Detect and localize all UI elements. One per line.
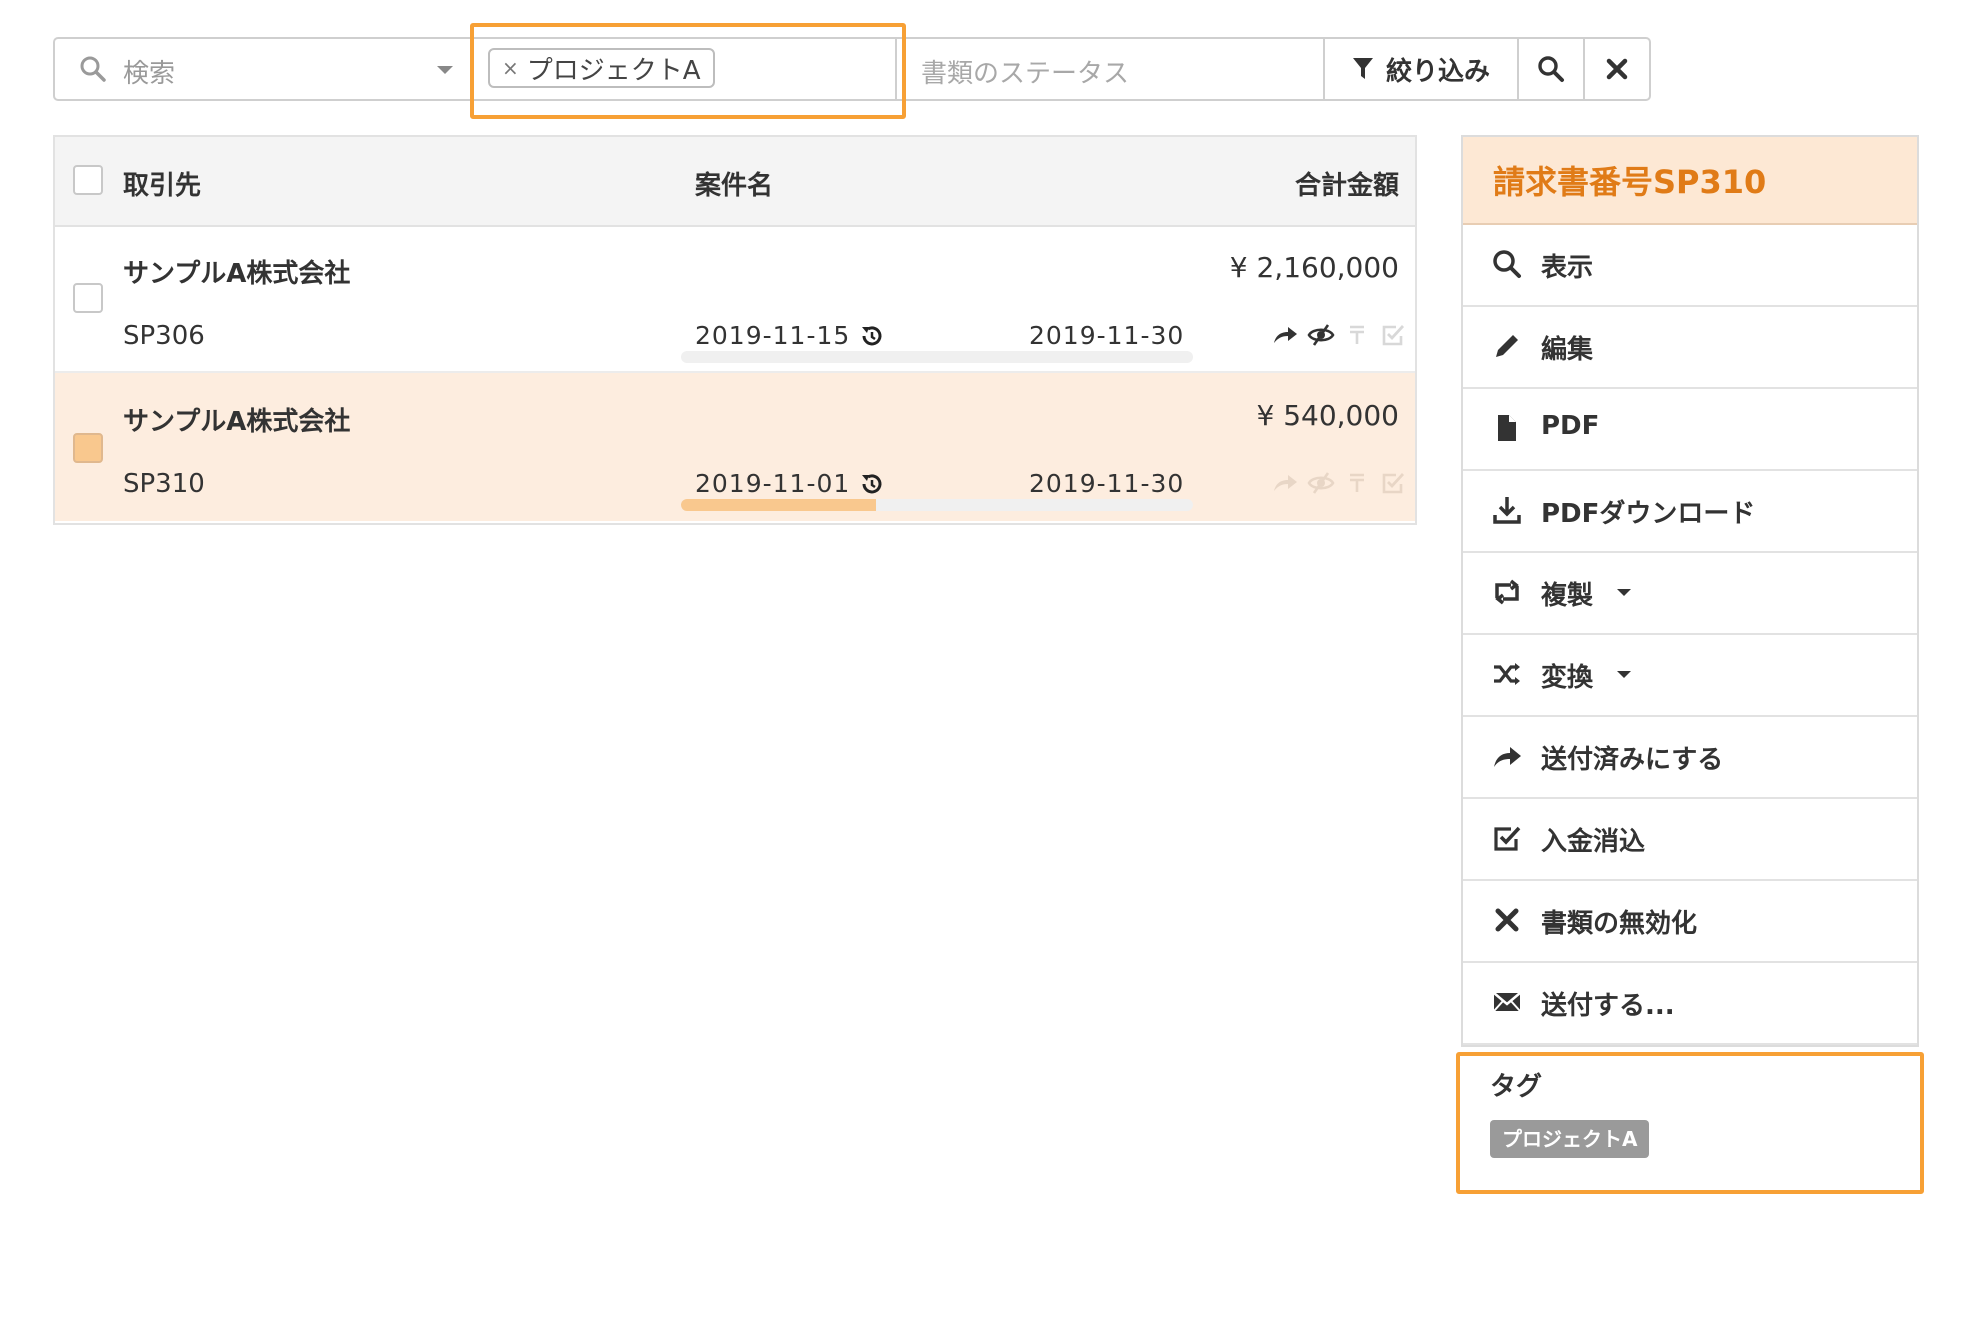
- eye-slash-icon[interactable]: [1307, 469, 1335, 497]
- share-arrow-icon[interactable]: [1271, 321, 1299, 349]
- filter-button-label: 絞り込み: [1385, 56, 1490, 87]
- postal-mark-icon[interactable]: [1343, 321, 1371, 349]
- panel-title: 請求書番号SP310: [1493, 163, 1767, 201]
- menu-item-edit[interactable]: 編集: [1463, 305, 1917, 389]
- row-checkbox[interactable]: [73, 283, 103, 313]
- search-icon: [80, 56, 106, 82]
- row-actions: [1271, 469, 1407, 497]
- tag-chip-label: プロジェクトA: [526, 55, 701, 86]
- menu-item-pdf-download[interactable]: PDFダウンロード: [1463, 469, 1917, 553]
- menu-label: 入金消込: [1541, 827, 1646, 857]
- pencil-icon: [1496, 335, 1518, 357]
- amount: ¥ 540,000: [1256, 399, 1399, 432]
- client-name: サンプルA株式会社: [123, 407, 351, 437]
- progress-fill: [681, 499, 876, 511]
- history-icon: [862, 474, 882, 494]
- progress-bar: [681, 351, 1193, 363]
- menu-label: 送付済みにする: [1541, 745, 1724, 775]
- search-icon: [1538, 56, 1564, 82]
- table-row-selected[interactable]: サンプルA株式会社 SP310 ¥ 540,000 2019-11-01 201…: [55, 373, 1415, 521]
- caret-down-icon: [1617, 671, 1631, 678]
- menu-label: 書類の無効化: [1541, 909, 1698, 939]
- issue-date: 2019-11-15: [695, 321, 851, 350]
- tag-chip[interactable]: × プロジェクトA: [488, 48, 715, 88]
- close-icon: [1495, 908, 1519, 932]
- due-date: 2019-11-30: [1029, 469, 1185, 498]
- menu-item-payment[interactable]: 入金消込: [1463, 797, 1917, 881]
- menu-item-pdf[interactable]: PDF: [1463, 387, 1917, 471]
- table-row[interactable]: サンプルA株式会社 SP306 ¥ 2,160,000 2019-11-15 2…: [55, 225, 1415, 373]
- issue-date: 2019-11-01: [695, 469, 851, 498]
- menu-label: 編集: [1541, 335, 1594, 365]
- menu-label: 複製: [1541, 581, 1594, 611]
- chip-remove-icon[interactable]: ×: [502, 56, 519, 80]
- share-arrow-icon[interactable]: [1271, 469, 1299, 497]
- column-header-project[interactable]: 案件名: [695, 165, 773, 202]
- eye-slash-icon[interactable]: [1307, 321, 1335, 349]
- menu-label: 表示: [1541, 253, 1594, 283]
- panel-header: 請求書番号SP310: [1463, 137, 1917, 225]
- client-name: サンプルA株式会社: [123, 259, 351, 289]
- search-icon: [1493, 250, 1521, 278]
- clear-button[interactable]: [1585, 39, 1649, 99]
- caret-down-icon: [1617, 589, 1631, 596]
- status-filter-input[interactable]: 書類のステータス: [921, 53, 1129, 90]
- menu-label: PDF: [1541, 411, 1600, 441]
- doc-number[interactable]: SP306: [123, 321, 205, 351]
- search-button[interactable]: [1519, 39, 1583, 99]
- search-placeholder: 検索: [123, 59, 176, 89]
- row-checkbox-checked[interactable]: [73, 433, 103, 463]
- filter-button[interactable]: 絞り込み: [1325, 39, 1517, 99]
- table-header: 取引先 案件名 合計金額: [55, 137, 1415, 227]
- menu-item-send[interactable]: 送付する...: [1463, 961, 1917, 1045]
- tag-badge[interactable]: プロジェクトA: [1490, 1120, 1650, 1158]
- row-actions: [1271, 321, 1407, 349]
- close-icon: [1606, 58, 1628, 80]
- amount: ¥ 2,160,000: [1229, 251, 1399, 284]
- menu-label: 変換: [1541, 663, 1594, 693]
- download-icon: [1493, 497, 1521, 524]
- detail-panel: 請求書番号SP310 表示 編集 PDF PDFダウンロード 複製 変換 送付済…: [1461, 135, 1919, 1047]
- check-square-icon[interactable]: [1379, 469, 1407, 497]
- invoice-table: 取引先 案件名 合計金額 サンプルA株式会社 SP306 ¥ 2,160,000…: [53, 135, 1417, 525]
- check-square-icon[interactable]: [1379, 321, 1407, 349]
- menu-item-convert[interactable]: 変換: [1463, 633, 1917, 717]
- menu-label: PDFダウンロード: [1541, 499, 1756, 529]
- progress-bar: [681, 499, 1193, 511]
- file-icon: [1498, 415, 1516, 441]
- search-select[interactable]: 検索: [55, 39, 473, 99]
- select-all-checkbox[interactable]: [73, 165, 103, 195]
- envelope-icon: [1493, 992, 1521, 1012]
- divider: [895, 39, 897, 99]
- history-icon: [862, 326, 882, 346]
- tags-title: タグ: [1490, 1072, 1543, 1102]
- doc-number[interactable]: SP310: [123, 469, 205, 499]
- due-date: 2019-11-30: [1029, 321, 1185, 350]
- menu-item-mark-sent[interactable]: 送付済みにする: [1463, 715, 1917, 799]
- menu-item-duplicate[interactable]: 複製: [1463, 551, 1917, 635]
- retweet-icon: [1495, 579, 1519, 605]
- menu-item-void[interactable]: 書類の無効化: [1463, 879, 1917, 963]
- postal-mark-icon[interactable]: [1343, 469, 1371, 497]
- filter-icon: [1352, 58, 1373, 79]
- column-header-client[interactable]: 取引先: [123, 165, 201, 202]
- menu-label: 送付する...: [1541, 991, 1675, 1021]
- menu-item-view[interactable]: 表示: [1463, 223, 1917, 307]
- share-arrow-icon: [1494, 747, 1521, 767]
- chevron-down-icon[interactable]: [437, 66, 453, 74]
- column-header-total[interactable]: 合計金額: [1295, 165, 1399, 202]
- check-square-icon: [1494, 826, 1521, 851]
- filter-bar: 検索 書類のステータス 絞り込み: [53, 37, 1651, 101]
- shuffle-icon: [1494, 663, 1520, 685]
